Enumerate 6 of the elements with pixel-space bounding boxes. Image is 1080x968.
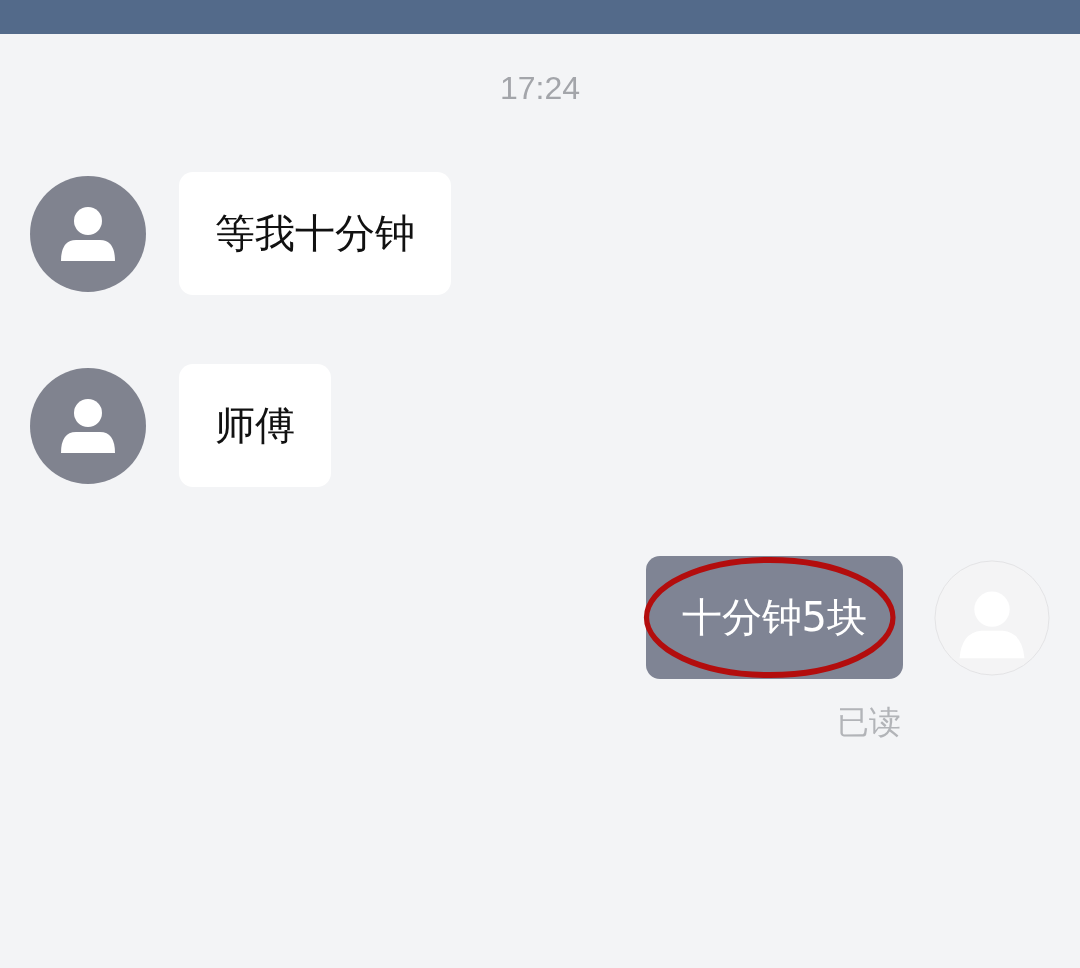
avatar-icon[interactable] bbox=[30, 175, 146, 292]
timestamp: 17:24 bbox=[498, 70, 582, 108]
message-bubble: 师傅 bbox=[179, 364, 331, 487]
message-bubble: 等我十分钟 bbox=[179, 172, 451, 295]
read-receipt: 已读 bbox=[837, 702, 901, 743]
avatar-icon[interactable] bbox=[30, 367, 146, 484]
